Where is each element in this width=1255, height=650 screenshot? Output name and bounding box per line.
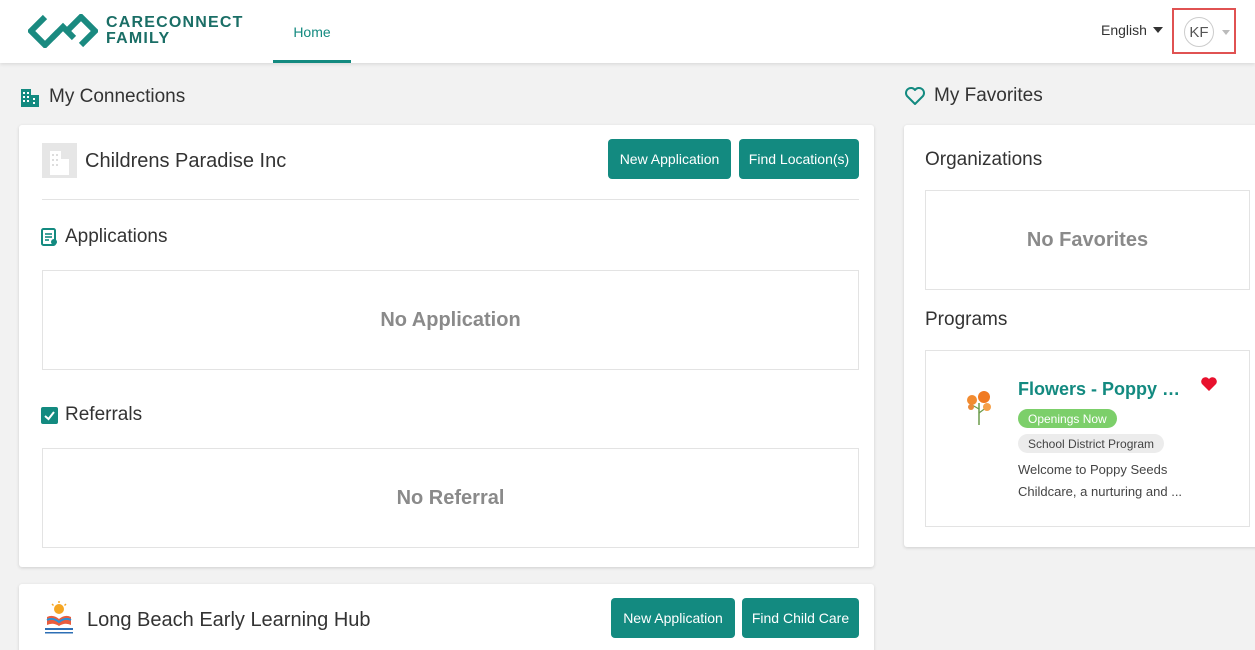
nav-tab-home[interactable]: Home xyxy=(273,0,351,63)
heart-outline-icon xyxy=(905,87,925,105)
org-name: Long Beach Early Learning Hub xyxy=(87,609,371,631)
favorite-organizations-empty-state: No Favorites xyxy=(925,190,1250,290)
org-name: Childrens Paradise Inc xyxy=(85,150,287,172)
application-doc-icon xyxy=(41,228,57,246)
chevron-down-icon xyxy=(1222,30,1230,35)
favorite-organizations-title: Organizations xyxy=(925,149,1043,170)
card-divider xyxy=(42,199,859,200)
favorite-heart-icon[interactable] xyxy=(1200,376,1218,392)
my-favorites-label: My Favorites xyxy=(934,85,1043,106)
connection-card-childrens-paradise: Childrens Paradise Inc New Application F… xyxy=(19,125,874,567)
referrals-label: Referrals xyxy=(65,404,143,425)
applications-title: Applications xyxy=(41,226,167,248)
logo-text: CARECONNECT FAMILY xyxy=(106,15,244,47)
program-type-badge: School District Program xyxy=(1018,434,1165,453)
user-menu[interactable]: KF xyxy=(1172,8,1236,54)
openings-status-badge: Openings Now xyxy=(1018,409,1117,428)
building-icon xyxy=(21,89,39,107)
new-application-button[interactable]: New Application xyxy=(611,598,735,638)
program-name-link[interactable]: Flowers - Poppy Seeds Childcare xyxy=(1018,379,1190,400)
org-placeholder-icon xyxy=(42,143,77,178)
my-favorites-title: My Favorites xyxy=(904,85,1043,107)
connection-card-long-beach: Long Beach Early Learning Hub New Applic… xyxy=(19,584,874,650)
program-description: Welcome to Poppy Seeds Childcare, a nurt… xyxy=(1018,462,1183,499)
user-avatar[interactable]: KF xyxy=(1184,17,1214,47)
careconnect-logo-icon xyxy=(28,14,98,48)
find-locations-button[interactable]: Find Location(s) xyxy=(739,139,859,179)
caret-down-icon xyxy=(1152,27,1163,33)
logo-text-line2: FAMILY xyxy=(106,30,171,47)
referrals-title: Referrals xyxy=(41,404,142,426)
applications-empty-state: No Application xyxy=(42,270,859,370)
my-connections-label: My Connections xyxy=(49,86,186,107)
referral-icon xyxy=(41,406,58,424)
favorite-programs-title: Programs xyxy=(925,309,1008,330)
long-beach-hub-logo xyxy=(45,601,73,634)
find-child-care-button[interactable]: Find Child Care xyxy=(742,598,859,638)
logo-text-line1: CARECONNECT xyxy=(106,14,244,31)
referrals-empty-state: No Referral xyxy=(42,448,859,548)
careconnect-logo[interactable]: CARECONNECT FAMILY xyxy=(28,14,244,48)
new-application-button[interactable]: New Application xyxy=(608,139,731,179)
top-header: CARECONNECT FAMILY Home English KF xyxy=(0,0,1255,63)
language-selector[interactable]: English xyxy=(1101,22,1163,38)
my-connections-title: My Connections xyxy=(19,86,185,108)
applications-label: Applications xyxy=(65,226,168,247)
poppy-flower-image xyxy=(967,391,991,425)
language-label: English xyxy=(1101,22,1147,38)
favorite-program-card[interactable]: Flowers - Poppy Seeds Childcare Openings… xyxy=(925,350,1250,527)
favorites-card: Organizations No Favorites Programs Flow… xyxy=(904,125,1255,547)
